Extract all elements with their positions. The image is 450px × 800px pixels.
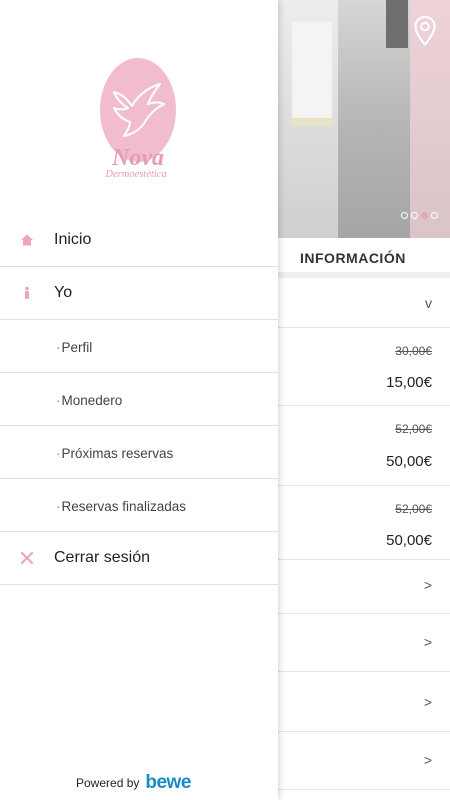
old-price: 52,00€: [395, 502, 432, 516]
carousel-indicators[interactable]: [401, 212, 438, 219]
menu-item-proximas-reservas[interactable]: Próximas reservas: [0, 426, 278, 479]
close-icon: [20, 551, 34, 565]
service-price-row[interactable]: 30,00€ 15,00€: [278, 328, 450, 406]
powered-by-footer: Powered by bewe: [76, 772, 191, 794]
list-item[interactable]: >: [278, 672, 450, 732]
old-price: 30,00€: [395, 344, 432, 358]
navigation-drawer: Nova Dermoestètica Inicio Yo Perfil Mone…: [0, 0, 278, 800]
chevron-right-icon[interactable]: >: [424, 752, 432, 768]
brand-subtitle: Dermoestètica: [104, 169, 166, 180]
menu-item-label: Cerrar sesión: [54, 549, 151, 566]
carousel-dot[interactable]: [411, 212, 418, 219]
location-pin-icon[interactable]: [414, 16, 436, 46]
new-price: 50,00€: [386, 453, 432, 470]
list-item[interactable]: >: [278, 614, 450, 672]
menu-item-cerrar-sesion[interactable]: Cerrar sesión: [0, 532, 278, 585]
carousel-dot-active[interactable]: [421, 212, 428, 219]
bewe-logo[interactable]: bewe: [145, 772, 191, 794]
section-title: INFORMACIÓN: [300, 250, 406, 266]
menu-item-label: Próximas reservas: [56, 446, 174, 461]
old-price: 52,00€: [395, 422, 432, 436]
salon-photo-carousel[interactable]: [278, 0, 450, 238]
menu-item-label: Monedero: [56, 393, 123, 408]
service-price-row[interactable]: 52,00€ 50,00€: [278, 406, 450, 486]
chevron-right-icon[interactable]: >: [424, 577, 432, 593]
menu-item-monedero[interactable]: Monedero: [0, 373, 278, 426]
list-item[interactable]: >: [278, 560, 450, 614]
menu-item-label: Inicio: [54, 231, 92, 248]
menu-item-label: Perfil: [56, 340, 93, 355]
menu-item-perfil[interactable]: Perfil: [0, 320, 278, 373]
collapse-row[interactable]: v: [278, 278, 450, 328]
menu-item-label: Reservas finalizadas: [56, 499, 187, 514]
brand-name: Nova: [111, 145, 164, 171]
menu-item-reservas-finalizadas[interactable]: Reservas finalizadas: [0, 479, 278, 532]
service-price-row[interactable]: 52,00€ 50,00€: [278, 486, 450, 560]
carousel-dot[interactable]: [401, 212, 408, 219]
carousel-dot[interactable]: [431, 212, 438, 219]
powered-by-text: Powered by: [76, 776, 140, 790]
brand-logo: Nova Dermoestètica: [100, 58, 176, 180]
list-item[interactable]: >: [278, 732, 450, 790]
drawer-menu: Inicio Yo Perfil Monedero Próximas reser…: [0, 214, 278, 585]
new-price: 15,00€: [386, 374, 432, 391]
chevron-right-icon[interactable]: >: [424, 694, 432, 710]
chevron-right-icon[interactable]: >: [424, 634, 432, 650]
person-icon: [25, 286, 29, 299]
chevron-down-icon[interactable]: v: [425, 295, 432, 311]
menu-item-label: Yo: [54, 284, 73, 301]
menu-item-inicio[interactable]: Inicio: [0, 214, 278, 267]
home-icon: [21, 234, 33, 246]
new-price: 50,00€: [386, 532, 432, 549]
menu-item-yo[interactable]: Yo: [0, 267, 278, 320]
